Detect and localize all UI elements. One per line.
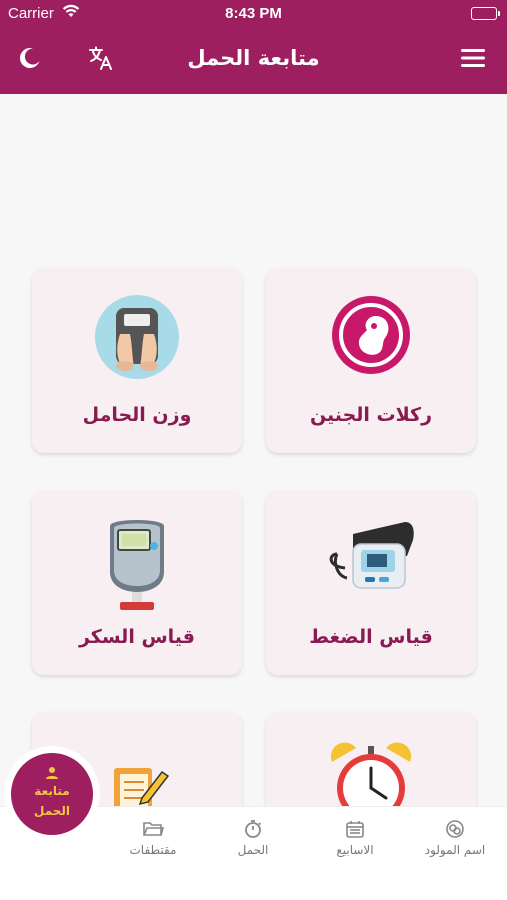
blood-pressure-monitor-icon xyxy=(323,516,419,604)
pregnancy-tracking-fab[interactable]: متابعة الحمل xyxy=(11,753,93,835)
blood-pressure-label: قياس الضغط xyxy=(309,626,433,648)
hamburger-menu-icon xyxy=(461,48,485,72)
app-header: متابعة الحمل xyxy=(0,28,507,94)
calendar-icon xyxy=(310,819,400,839)
tab-pregnancy[interactable]: الحمل xyxy=(208,819,298,857)
tab-weeks-label: الاسابيع xyxy=(336,843,374,857)
tab-excerpts[interactable]: مقتطفات xyxy=(108,819,198,857)
battery-icon xyxy=(471,7,500,20)
fetal-kicks-label: ركلات الجنين xyxy=(309,404,433,426)
blood-pressure-card[interactable]: قياس الضغط xyxy=(266,490,476,675)
folder-icon xyxy=(108,819,198,839)
tab-weeks[interactable]: الاسابيع xyxy=(310,819,400,857)
fab-label-line1: متابعة xyxy=(34,784,70,798)
tab-baby-name[interactable]: اسم المولود xyxy=(410,819,500,857)
blood-sugar-label: قياس السكر xyxy=(78,626,195,648)
fetal-kicks-card[interactable]: ركلات الجنين xyxy=(266,268,476,453)
feature-grid: ركلات الجنين وزن الحامل قياس الضغط قياس … xyxy=(0,94,507,897)
status-time: 8:43 PM xyxy=(225,5,282,22)
glucose-meter-icon xyxy=(102,516,172,610)
weight-scale-icon xyxy=(94,294,180,382)
page-title: متابعة الحمل xyxy=(187,46,320,70)
fab-label-line2: الحمل xyxy=(33,804,71,818)
blood-sugar-card[interactable]: قياس السكر xyxy=(32,490,242,675)
fetus-icon xyxy=(330,294,412,382)
timer-icon xyxy=(208,819,298,839)
person-icon xyxy=(45,765,59,779)
tab-excerpts-label: مقتطفات xyxy=(129,843,177,857)
pregnant-weight-card[interactable]: وزن الحامل xyxy=(32,268,242,453)
tab-baby-name-label: اسم المولود xyxy=(424,843,486,857)
tab-pregnancy-label: الحمل xyxy=(237,843,269,857)
status-bar: Carrier 8:43 PM xyxy=(0,0,507,28)
pregnant-weight-label: وزن الحامل xyxy=(82,404,192,426)
menu-button[interactable] xyxy=(455,42,491,78)
baby-name-icon xyxy=(410,819,500,839)
